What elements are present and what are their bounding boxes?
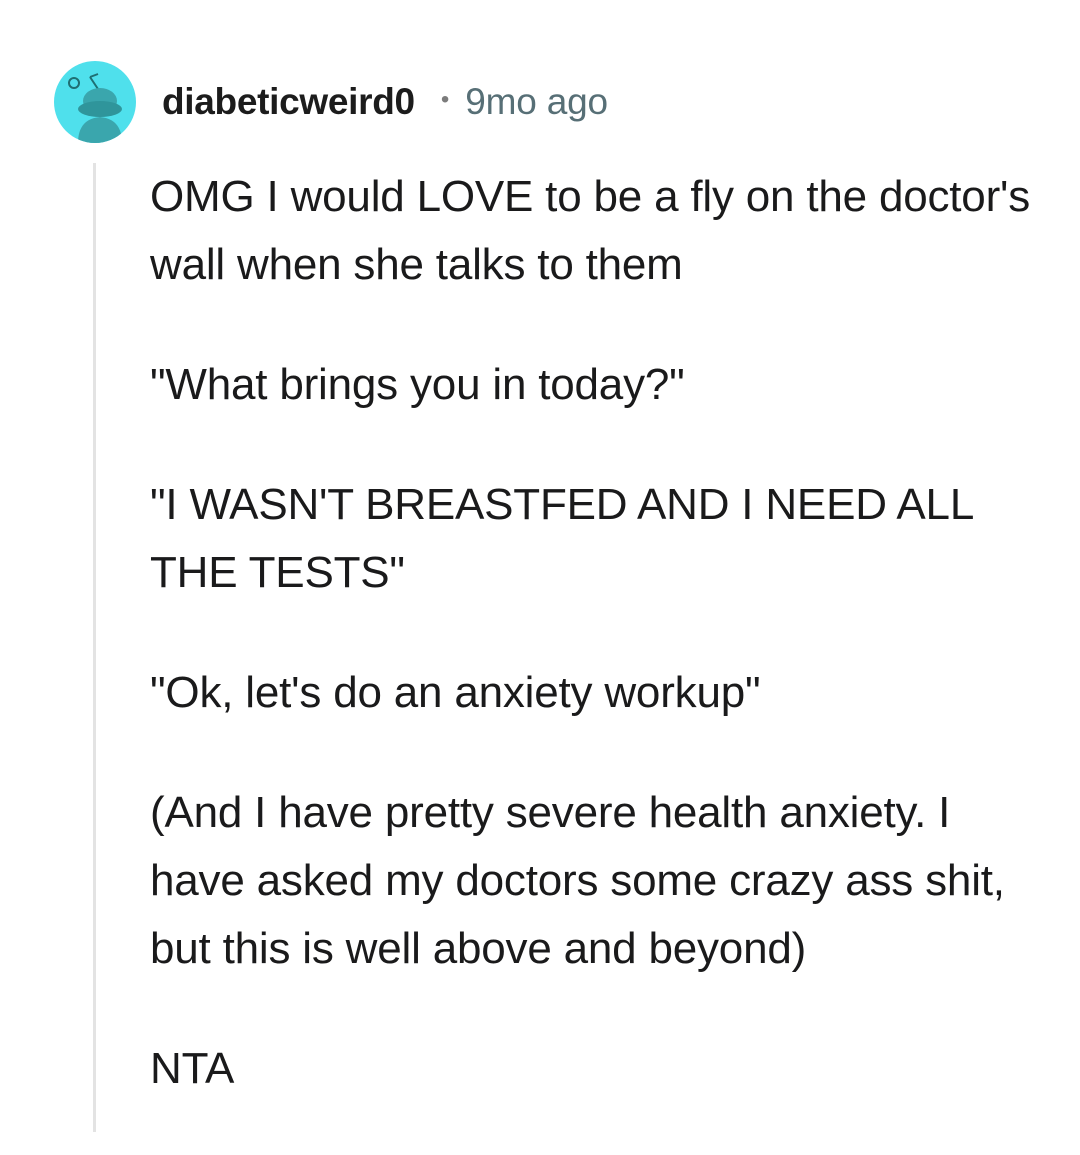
timestamp: 9mo ago (465, 81, 608, 122)
user-avatar[interactable] (54, 61, 136, 143)
comment-paragraph: OMG I would LOVE to be a fly on the doct… (150, 172, 1031, 289)
comment-paragraph: NTA (150, 1044, 235, 1093)
comment-body: OMG I would LOVE to be a fly on the doct… (150, 163, 1050, 1155)
comment-paragraph: "What brings you in today?" (150, 360, 685, 409)
comment-paragraph: "Ok, let's do an anxiety workup" (150, 668, 761, 717)
comment: diabeticweird0 • 9mo ago OMG I would LOV… (0, 0, 1080, 1132)
comment-paragraph: "I WASN'T BREASTFED AND I NEED ALL THE T… (150, 480, 973, 597)
reddit-snoo-avatar-icon (68, 73, 122, 143)
meta-separator: • (440, 86, 450, 113)
username-link[interactable]: diabeticweird0 (162, 81, 415, 123)
thread-collapse-line[interactable] (93, 163, 96, 1132)
comment-meta: diabeticweird0 • 9mo ago (162, 80, 608, 124)
comment-paragraph: (And I have pretty severe health anxiety… (150, 788, 1005, 973)
